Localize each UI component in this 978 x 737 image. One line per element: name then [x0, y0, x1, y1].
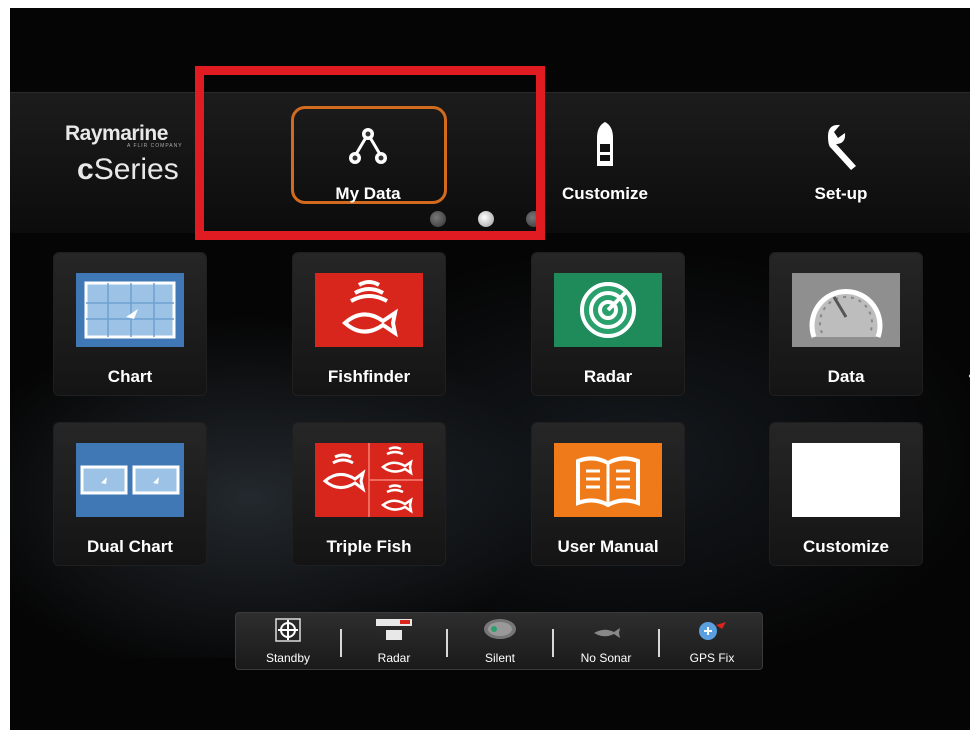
brand-logo: Raymarine A FLIR COMPANY cSeries [65, 122, 183, 187]
status-gps-fix[interactable]: GPS Fix [660, 613, 764, 671]
dual-chart-icon [76, 443, 184, 517]
app-label: Dual Chart [87, 537, 173, 556]
series-name: cSeries [77, 153, 179, 186]
app-label: Data [827, 367, 865, 386]
status-label: GPS Fix [689, 651, 735, 665]
app-label: Radar [583, 367, 633, 386]
status-label: Standby [265, 651, 311, 665]
status-label: No Sonar [580, 651, 632, 665]
ais-icon [484, 619, 516, 639]
brand-tagline: A FLIR COMPANY [127, 143, 183, 149]
triple-fish-icon [315, 443, 423, 517]
status-radar[interactable]: Radar [342, 613, 446, 671]
status-label: Silent [484, 651, 516, 665]
gauge-icon [792, 273, 900, 347]
status-bar: Standby Radar Silent No Sonar GPS Fix [235, 612, 763, 670]
nav-setup[interactable]: Set-up [758, 106, 924, 214]
app-label: Chart [107, 367, 153, 386]
nav-label: Customize [562, 184, 648, 203]
app-fishfinder[interactable]: Fishfinder [293, 253, 445, 395]
app-label: Triple Fish [326, 537, 412, 556]
chart-icon [76, 273, 184, 347]
gps-icon [699, 622, 726, 640]
status-no-sonar[interactable]: No Sonar [554, 613, 658, 671]
app-user-manual[interactable]: User Manual [532, 423, 684, 565]
boat-icon [597, 122, 613, 166]
blank-app-icon [792, 443, 900, 517]
app-triple-fish[interactable]: Triple Fish [293, 423, 445, 565]
app-data[interactable]: Data [770, 253, 922, 395]
app-customize[interactable]: Customize [770, 423, 922, 565]
chevron-left-icon[interactable] [968, 366, 978, 386]
radar-scanner-icon [376, 619, 412, 640]
app-chart[interactable]: Chart [54, 253, 206, 395]
status-silent[interactable]: Silent [448, 613, 552, 671]
app-label: Customize [803, 537, 889, 556]
nav-customize[interactable]: Customize [522, 106, 688, 214]
fishfinder-icon [315, 273, 423, 347]
sonar-fish-icon [594, 628, 620, 638]
app-label: Fishfinder [327, 367, 411, 386]
highlight-box [195, 66, 545, 240]
status-standby[interactable]: Standby [236, 613, 340, 671]
app-radar[interactable]: Radar [532, 253, 684, 395]
app-label: User Manual [557, 537, 659, 556]
nav-label: Set-up [814, 184, 868, 203]
autopilot-icon [275, 618, 301, 642]
app-dual-chart[interactable]: Dual Chart [54, 423, 206, 565]
radar-icon [554, 273, 662, 347]
book-icon [554, 443, 662, 517]
wrench-icon [828, 124, 856, 170]
status-label: Radar [377, 651, 411, 665]
